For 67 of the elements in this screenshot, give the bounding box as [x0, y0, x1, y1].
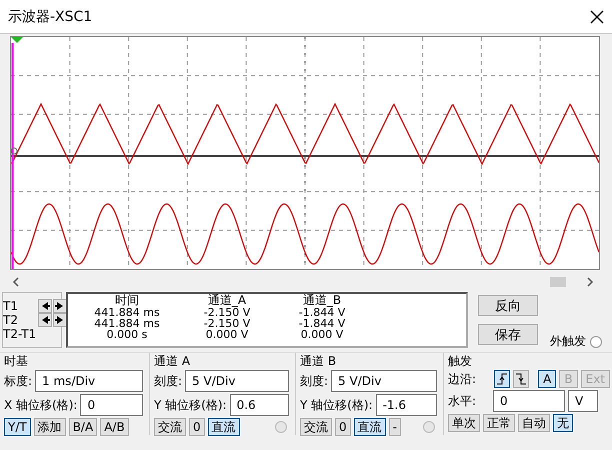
external-trigger-label: 外触发: [550, 333, 586, 350]
offset-label: Y 轴位移(格):: [154, 396, 227, 414]
scale-field[interactable]: 5 V/Div: [185, 370, 289, 392]
reverse-button[interactable]: 反向: [478, 295, 538, 316]
group-title: 时基: [4, 354, 29, 368]
cursor-line[interactable]: [11, 37, 23, 269]
external-trigger-radio[interactable]: [590, 336, 602, 348]
scale-label: 标度:: [4, 372, 32, 390]
move-left-button[interactable]: [38, 313, 52, 327]
table-cell-text: -1.844 V: [298, 307, 346, 318]
ground-marker-icon: [10, 148, 18, 154]
trigger-mode-button[interactable]: 单次: [448, 414, 480, 432]
cursor-label: T2: [3, 313, 19, 327]
move-left-button[interactable]: [38, 299, 52, 313]
display-mode-button[interactable]: A/B: [100, 418, 129, 436]
channel-radio[interactable]: [423, 421, 435, 433]
scale-field[interactable]: 1 ms/Div: [35, 370, 143, 392]
offset-field[interactable]: 0: [80, 394, 143, 416]
offset-label: X 轴位移(格):: [4, 396, 78, 414]
table-cell-text: 441.884 ms: [93, 307, 161, 318]
group-title: 通道 B: [300, 354, 338, 368]
offset-label: Y 轴位移(格):: [300, 396, 373, 414]
scale-field[interactable]: 5 V/Div: [331, 370, 437, 392]
cursor-label: T1: [3, 299, 19, 313]
trigger-mode-button[interactable]: 正常: [483, 414, 515, 432]
offset-field[interactable]: 0.6: [230, 394, 289, 416]
level-label: 水平:: [448, 392, 476, 410]
coupling-button[interactable]: 0: [189, 418, 205, 436]
coupling-button[interactable]: 直流: [208, 418, 240, 436]
channel-radio[interactable]: [275, 421, 287, 433]
group-title: 触发: [448, 354, 473, 368]
display-mode-button[interactable]: Y/T: [4, 418, 31, 436]
table-cell-text: 0.000 V: [300, 329, 344, 340]
cursor-label: T2-T1: [3, 327, 36, 341]
table-cell-text: -2.150 V: [202, 318, 252, 329]
table-cell-text: -2.150 V: [202, 307, 252, 318]
coupling-button[interactable]: 交流: [154, 418, 186, 436]
coupling-button[interactable]: 交流: [300, 418, 332, 436]
column-header: 通道_B: [302, 294, 342, 307]
group-title: 通道 A: [154, 354, 192, 368]
column-header: 通道_A: [206, 294, 248, 307]
trigger-mode-button[interactable]: 自动: [518, 414, 550, 432]
unit-field[interactable]: V: [568, 390, 598, 412]
offset-field[interactable]: -1.6: [376, 394, 437, 416]
edge-label: 边沿:: [448, 370, 476, 388]
trigger-mode-button[interactable]: 无: [553, 414, 573, 432]
move-right-button[interactable]: [53, 313, 68, 327]
display-mode-button[interactable]: 添加: [34, 418, 66, 436]
rising-edge-button[interactable]: [494, 370, 510, 388]
window-title: 示波器-XSC1: [8, 8, 92, 26]
scale-label: 刻度:: [154, 372, 182, 390]
level-field[interactable]: 0: [493, 390, 566, 412]
display-mode-button[interactable]: B/A: [68, 418, 98, 436]
table-cell-text: 0.000 s: [106, 329, 148, 340]
table-cell-text: 441.884 ms: [93, 318, 161, 329]
scale-label: 刻度:: [300, 372, 328, 390]
coupling-button[interactable]: -: [388, 418, 401, 436]
move-right-button[interactable]: [53, 299, 68, 313]
table-cell-text: -1.844 V: [298, 318, 346, 329]
save-button[interactable]: 保存: [478, 324, 538, 345]
column-header: 时间: [114, 294, 140, 307]
coupling-button[interactable]: 直流: [354, 418, 386, 436]
trigger-source-button[interactable]: A: [538, 370, 556, 388]
close-button[interactable]: [590, 10, 604, 24]
coupling-button[interactable]: 0: [335, 418, 351, 436]
falling-edge-button[interactable]: [512, 370, 529, 388]
table-cell-text: 0.000 V: [204, 329, 250, 340]
